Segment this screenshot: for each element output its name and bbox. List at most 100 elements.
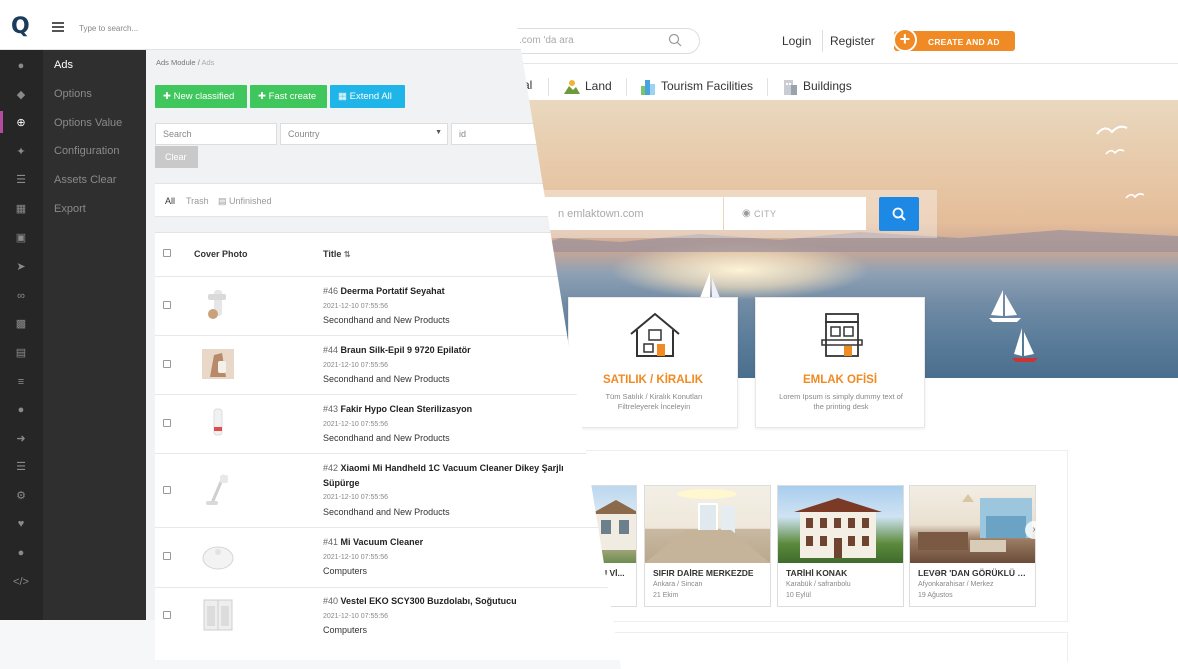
listing-card[interactable]: TARİHİ KONAK Karabük / safranbolu 10 Eyl… — [777, 485, 904, 607]
house-icon — [630, 312, 680, 357]
heartbeat-icon[interactable]: ♥ — [13, 517, 29, 531]
laptop-icon[interactable]: ▩ — [13, 317, 29, 331]
location-pin-icon: ◉ — [742, 208, 751, 219]
row-checkbox[interactable] — [163, 301, 171, 309]
listing-card[interactable]: LEVƏR 'DAN GÖRÜKLÜ DE... Afyonkarahisar … — [909, 485, 1036, 607]
row-checkbox[interactable] — [163, 611, 171, 619]
calendar-icon: ▦ — [338, 91, 350, 102]
sailboat — [989, 290, 1021, 322]
listing-title: TARİHİ KONAK — [786, 568, 848, 578]
breadcrumb-separator: / — [197, 58, 200, 67]
hero-search-input[interactable]: n emlaktown.com — [538, 197, 723, 230]
new-classified-button[interactable]: ✚ New classified — [155, 85, 247, 108]
grid-icon[interactable]: ▦ — [13, 202, 29, 216]
tab-unfinished[interactable]: ▤ Unfinished — [218, 196, 272, 207]
hamburger-menu-icon[interactable] — [52, 22, 64, 32]
create-ad-button[interactable]: + CREATE AND AD — [893, 28, 1015, 52]
hero-search-button[interactable] — [879, 197, 919, 231]
code-icon[interactable]: </> — [13, 575, 29, 589]
row-checkbox[interactable] — [163, 360, 171, 368]
land-icon — [564, 80, 580, 94]
list-icon: ▤ — [218, 196, 230, 206]
row-date: 2021-12-10 07:55:56 — [323, 303, 388, 310]
icon-sidebar — [0, 50, 43, 620]
listing-date: 19 Ağustos — [918, 592, 953, 599]
admin-search-input[interactable]: Type to search... — [79, 24, 138, 33]
menu-item-ads[interactable]: Ads — [54, 59, 73, 71]
country-select[interactable]: Country ▼ — [280, 123, 448, 145]
table-icon[interactable]: ☰ — [13, 460, 29, 474]
menu-item-options[interactable]: Options — [54, 88, 92, 100]
register-link[interactable]: Register — [830, 34, 875, 48]
category-item-land[interactable]: Land — [563, 78, 612, 96]
card-description: Lorem Ipsum is simply dummy text of the … — [779, 392, 903, 411]
listing-location: Ankara / Sincan — [653, 581, 703, 588]
link-icon[interactable]: ∞ — [13, 289, 29, 303]
product-thumbnail — [206, 474, 228, 505]
row-category: Secondhand and New Products — [323, 374, 450, 384]
fast-create-button[interactable]: ✚ Fast create — [250, 85, 327, 108]
row-category: Computers — [323, 625, 368, 635]
new-classified-label: New classified — [173, 91, 235, 102]
carousel-next-button[interactable]: › — [1025, 521, 1043, 539]
row-title[interactable]: #41 Mi Vacuum Cleaner — [323, 535, 593, 550]
puzzle-icon[interactable]: ◆ — [13, 88, 29, 102]
extend-all-button[interactable]: ▦ Extend All — [330, 85, 405, 108]
row-title-text: Braun Silk-Epil 9 9720 Epilatör — [340, 345, 471, 355]
row-title[interactable]: #42 Xiaomi Mi Handheld 1C Vacuum Cleaner… — [323, 461, 593, 491]
plus-circle-icon[interactable]: ⊕ — [13, 116, 29, 130]
plus-icon: ✚ — [163, 91, 174, 102]
login-link[interactable]: Login — [782, 34, 811, 48]
tab-all[interactable]: All — [165, 196, 175, 206]
share-icon[interactable]: ➜ — [13, 432, 29, 446]
image-icon[interactable]: ▣ — [13, 231, 29, 245]
row-title[interactable]: #46 Deerma Portatif Seyahat — [323, 284, 593, 299]
product-thumbnail — [213, 408, 223, 436]
row-title[interactable]: #43 Fakir Hypo Clean Sterilizasyon — [323, 402, 593, 417]
user-icon[interactable]: ● — [13, 403, 29, 417]
row-title[interactable]: #40 Vestel EKO SCY300 Buzdolabı, Soğutuc… — [323, 594, 593, 609]
office-building-icon — [821, 313, 863, 357]
category-item-tourism[interactable]: Tourism Facilities — [639, 78, 753, 96]
caret-down-icon: ▼ — [435, 129, 442, 136]
magic-wand-icon[interactable]: ✦ — [13, 145, 29, 159]
row-date: 2021-12-10 07:55:56 — [323, 421, 388, 428]
category-item-buildings[interactable]: Buildings — [781, 78, 852, 96]
card-icon[interactable]: ▤ — [13, 346, 29, 360]
module-menu — [43, 50, 146, 620]
list-icon[interactable]: ☰ — [13, 173, 29, 187]
dashboard-icon[interactable]: ● — [13, 59, 29, 73]
menu-item-export[interactable]: Export — [54, 203, 86, 215]
clear-filters-button[interactable]: Clear — [155, 146, 198, 168]
row-checkbox[interactable] — [163, 552, 171, 560]
row-checkbox[interactable] — [163, 486, 171, 494]
product-thumbnail — [208, 290, 226, 319]
row-date: 2021-12-10 07:55:56 — [323, 362, 388, 369]
feature-card-real-estate-office[interactable]: EMLAK OFİSİ Lorem Ipsum is simply dummy … — [755, 297, 925, 428]
row-date: 2021-12-10 07:55:56 — [323, 554, 388, 561]
title-header[interactable]: Title ⇅ — [323, 249, 351, 259]
seagull — [1125, 193, 1145, 199]
tab-trash[interactable]: Trash — [186, 196, 209, 206]
menu-item-configuration[interactable]: Configuration — [54, 145, 119, 157]
listing-photo — [645, 486, 770, 563]
feature-card-for-sale[interactable]: SATILIK / KİRALIK Tüm Satılık / Kiralık … — [568, 297, 738, 428]
sliders-icon[interactable]: ≡ — [13, 375, 29, 389]
row-checkbox[interactable] — [163, 419, 171, 427]
admin-logo[interactable]: Q — [11, 14, 30, 39]
menu-item-assets-clear[interactable]: Assets Clear — [54, 174, 116, 186]
search-icon[interactable] — [668, 33, 682, 47]
row-category: Secondhand and New Products — [323, 433, 450, 443]
title-header-label: Title — [323, 249, 342, 259]
listing-location: Afyonkarahisar / Merkez — [918, 581, 994, 588]
listing-card[interactable]: SIFIR DAİRE MERKEZDE Ankara / Sincan 21 … — [644, 485, 771, 607]
menu-item-options-value[interactable]: Options Value — [54, 117, 122, 129]
row-title[interactable]: #44 Braun Silk-Epil 9 9720 Epilatör — [323, 343, 593, 358]
row-id: #46 — [323, 286, 339, 296]
filter-search-input[interactable]: Search — [155, 123, 277, 145]
send-icon[interactable]: ➤ — [13, 260, 29, 274]
cogs-icon[interactable]: ⚙ — [13, 489, 29, 503]
users-icon[interactable]: ● — [13, 546, 29, 560]
select-all-checkbox[interactable] — [163, 249, 171, 257]
breadcrumb-module[interactable]: Ads Module — [156, 58, 196, 67]
